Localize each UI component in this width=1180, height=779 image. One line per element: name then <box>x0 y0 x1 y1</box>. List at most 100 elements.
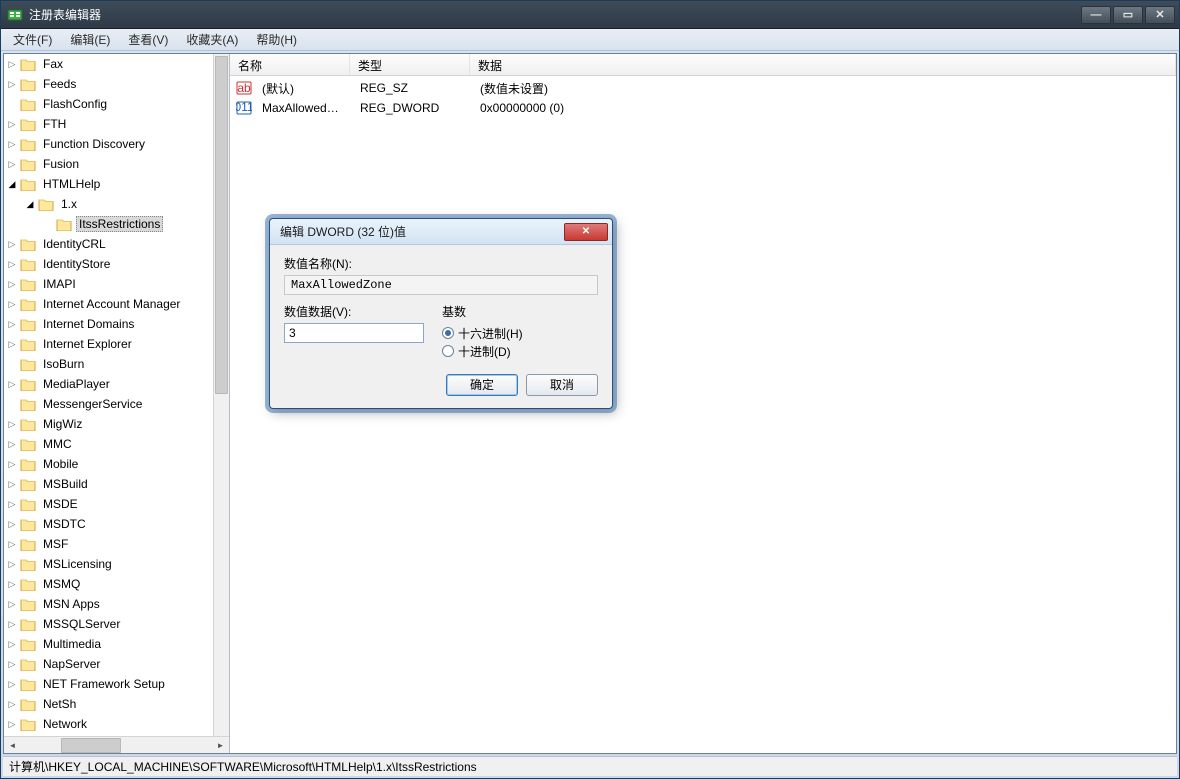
expand-icon[interactable]: ▷ <box>6 538 18 550</box>
expand-icon[interactable]: ▷ <box>6 478 18 490</box>
tree-item[interactable]: ▷MSMQ <box>4 574 213 594</box>
expand-icon[interactable]: ▷ <box>6 278 18 290</box>
dialog-titlebar[interactable]: 编辑 DWORD (32 位)值 ✕ <box>270 219 612 245</box>
tree-item[interactable]: ▷MMC <box>4 434 213 454</box>
dialog-ok-button[interactable]: 确定 <box>446 374 518 396</box>
expand-icon[interactable]: ▷ <box>6 498 18 510</box>
tree-item[interactable]: IsoBurn <box>4 354 213 374</box>
expand-icon[interactable]: ▷ <box>6 298 18 310</box>
minimize-button[interactable]: — <box>1081 6 1111 24</box>
tree-item[interactable]: ItssRestrictions <box>4 214 213 234</box>
expand-icon[interactable]: ▷ <box>6 338 18 350</box>
dialog-cancel-button[interactable]: 取消 <box>526 374 598 396</box>
tree-item[interactable]: ▷Multimedia <box>4 634 213 654</box>
tree-vscroll-thumb[interactable] <box>215 56 228 394</box>
close-button[interactable]: ✕ <box>1145 6 1175 24</box>
tree-item[interactable]: ▷MSLicensing <box>4 554 213 574</box>
expand-icon[interactable]: ▷ <box>6 438 18 450</box>
tree-hscroll-right[interactable]: ► <box>212 738 229 753</box>
expand-icon[interactable]: ▷ <box>6 458 18 470</box>
tree-item[interactable]: ▷NET Framework Setup <box>4 674 213 694</box>
menu-help[interactable]: 帮助(H) <box>248 29 305 50</box>
radio-hex-dot[interactable] <box>442 327 454 339</box>
dialog-close-button[interactable]: ✕ <box>564 223 608 241</box>
tree-item[interactable]: ▷IMAPI <box>4 274 213 294</box>
menu-view[interactable]: 查看(V) <box>120 29 176 50</box>
titlebar[interactable]: 注册表编辑器 — ▭ ✕ <box>1 1 1179 29</box>
tree-horizontal-scrollbar[interactable]: ◄ ► <box>4 736 229 753</box>
tree-item[interactable]: FlashConfig <box>4 94 213 114</box>
cell-name: MaxAllowedZo... <box>254 101 352 115</box>
tree-item[interactable]: ▷Mobile <box>4 454 213 474</box>
col-type[interactable]: 类型 <box>350 54 470 75</box>
tree-item[interactable]: ▷FTH <box>4 114 213 134</box>
expand-icon[interactable]: ▷ <box>6 658 18 670</box>
tree-item[interactable]: ◢HTMLHelp <box>4 174 213 194</box>
expand-icon[interactable]: ▷ <box>6 318 18 330</box>
tree-item[interactable]: ▷MSN Apps <box>4 594 213 614</box>
menu-favorites[interactable]: 收藏夹(A) <box>178 29 246 50</box>
tree-item[interactable]: ▷MSDE <box>4 494 213 514</box>
list-header[interactable]: 名称 类型 数据 <box>230 54 1176 76</box>
tree-item-label: IsoBurn <box>40 356 87 372</box>
tree-item[interactable]: ▷MigWiz <box>4 414 213 434</box>
expand-icon[interactable]: ▷ <box>6 238 18 250</box>
expand-icon[interactable]: ▷ <box>6 598 18 610</box>
expand-icon[interactable]: ▷ <box>6 518 18 530</box>
expand-collapse-icon[interactable]: ◢ <box>6 178 18 190</box>
tree-viewport[interactable]: ▷Fax▷FeedsFlashConfig▷FTH▷Function Disco… <box>4 54 229 736</box>
tree-item[interactable]: ▷Internet Account Manager <box>4 294 213 314</box>
expand-icon[interactable]: ▷ <box>6 718 18 730</box>
col-name[interactable]: 名称 <box>230 54 350 75</box>
tree-item[interactable]: ▷NetSh <box>4 694 213 714</box>
tree-item[interactable]: ▷Feeds <box>4 74 213 94</box>
tree-item[interactable]: ▷NapServer <box>4 654 213 674</box>
menu-edit[interactable]: 编辑(E) <box>62 29 118 50</box>
tree-item[interactable]: ▷IdentityStore <box>4 254 213 274</box>
tree-item[interactable]: ▷Internet Explorer <box>4 334 213 354</box>
tree-item[interactable]: ▷MSDTC <box>4 514 213 534</box>
tree-item[interactable]: ▷Fusion <box>4 154 213 174</box>
expand-collapse-icon[interactable]: ◢ <box>24 198 36 210</box>
expand-icon[interactable]: ▷ <box>6 378 18 390</box>
tree-vertical-scrollbar[interactable] <box>213 54 229 736</box>
tree-item[interactable]: ▷Function Discovery <box>4 134 213 154</box>
tree-item[interactable]: ▷Network <box>4 714 213 734</box>
expand-icon[interactable]: ▷ <box>6 118 18 130</box>
list-body[interactable]: ab(默认)REG_SZ(数值未设置)011MaxAllowedZo...REG… <box>230 76 1176 753</box>
expand-icon[interactable]: ▷ <box>6 158 18 170</box>
expand-icon[interactable]: ▷ <box>6 558 18 570</box>
radio-dec-dot[interactable] <box>442 345 454 357</box>
tree-item-label: IdentityCRL <box>40 236 109 252</box>
expand-icon[interactable]: ▷ <box>6 678 18 690</box>
expand-icon[interactable]: ▷ <box>6 78 18 90</box>
value-data-input[interactable] <box>284 323 424 343</box>
tree-hscroll-thumb[interactable] <box>61 738 121 753</box>
expand-icon[interactable]: ▷ <box>6 258 18 270</box>
tree-item[interactable]: ◢1.x <box>4 194 213 214</box>
tree-item[interactable]: ▷MSSQLServer <box>4 614 213 634</box>
list-row[interactable]: 011MaxAllowedZo...REG_DWORD0x00000000 (0… <box>230 98 1176 118</box>
expand-icon[interactable]: ▷ <box>6 138 18 150</box>
maximize-button[interactable]: ▭ <box>1113 6 1143 24</box>
list-row[interactable]: ab(默认)REG_SZ(数值未设置) <box>230 78 1176 98</box>
tree-item[interactable]: ▷MSBuild <box>4 474 213 494</box>
tree-item[interactable]: ▷Internet Domains <box>4 314 213 334</box>
expand-icon[interactable]: ▷ <box>6 638 18 650</box>
tree-item[interactable]: MessengerService <box>4 394 213 414</box>
expand-icon[interactable]: ▷ <box>6 578 18 590</box>
menu-file[interactable]: 文件(F) <box>5 29 60 50</box>
tree-item[interactable]: ▷MediaPlayer <box>4 374 213 394</box>
expand-icon[interactable]: ▷ <box>6 418 18 430</box>
app-icon <box>7 7 23 23</box>
expand-icon[interactable]: ▷ <box>6 698 18 710</box>
tree-item[interactable]: ▷ IdentityCRL <box>4 234 213 254</box>
radio-dec[interactable]: 十进制(D) <box>442 342 598 360</box>
expand-icon[interactable]: ▷ <box>6 58 18 70</box>
radio-hex[interactable]: 十六进制(H) <box>442 324 598 342</box>
expand-icon[interactable]: ▷ <box>6 618 18 630</box>
tree-hscroll-left[interactable]: ◄ <box>4 738 21 753</box>
tree-item[interactable]: ▷Fax <box>4 54 213 74</box>
col-data[interactable]: 数据 <box>470 54 1176 75</box>
tree-item[interactable]: ▷MSF <box>4 534 213 554</box>
